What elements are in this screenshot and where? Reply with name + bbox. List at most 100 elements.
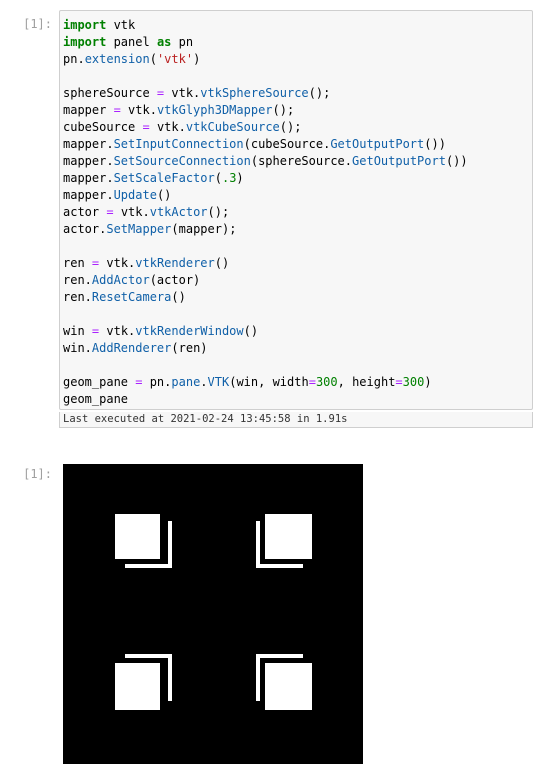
code-token: geom_pane	[63, 375, 136, 389]
code-token: ()	[156, 188, 172, 202]
code-token: , height	[337, 375, 396, 389]
code-token: vtkRenderer	[135, 256, 215, 270]
code-token: (	[214, 171, 222, 185]
code-token: )	[424, 375, 432, 389]
code-line: mapper.SetScaleFactor(.3)	[63, 170, 528, 187]
code-token: (cubeSource.	[243, 137, 331, 151]
code-token: GetOutputPort	[352, 154, 446, 168]
code-line: ren = vtk.vtkRenderer()	[63, 255, 528, 272]
code-token: AddRenderer	[91, 341, 172, 355]
code-token: as	[156, 35, 172, 49]
code-token: import	[63, 18, 107, 32]
code-token: geom_pane	[63, 392, 129, 406]
code-token: ResetCamera	[91, 290, 172, 304]
code-editor[interactable]: import vtk import panel as pn pn.extension…	[63, 17, 528, 408]
code-token: ()	[171, 290, 186, 304]
code-line: actor = vtk.vtkActor();	[63, 204, 528, 221]
code-token: vtk.	[99, 324, 136, 338]
code-line: actor.SetMapper(mapper);	[63, 221, 528, 238]
code-token: .	[200, 375, 208, 389]
code-token: pn	[171, 35, 194, 49]
code-token: SetSourceConnection	[113, 154, 251, 168]
code-token: )	[193, 52, 201, 66]
code-token: vtk.	[164, 86, 201, 100]
code-token: ren	[63, 256, 92, 270]
code-token: pn.	[142, 375, 172, 389]
code-token: SetScaleFactor	[113, 171, 215, 185]
code-token: =	[395, 375, 403, 389]
cube-glyph-bottom-right	[253, 654, 313, 714]
code-token: ();	[279, 120, 302, 134]
code-line: win = vtk.vtkRenderWindow()	[63, 323, 528, 340]
code-line: sphereSource = vtk.vtkSphereSource();	[63, 85, 528, 102]
code-token: vtk.	[99, 256, 136, 270]
code-token: ()	[214, 256, 230, 270]
code-token: (sphereSource.	[250, 154, 353, 168]
code-line: import panel as pn	[63, 34, 528, 51]
code-line: ren.ResetCamera()	[63, 289, 528, 306]
code-token: AddActor	[91, 273, 150, 287]
code-token: SetMapper	[106, 222, 172, 236]
vtk-render-pane[interactable]	[63, 464, 363, 764]
code-token: win	[63, 324, 92, 338]
code-token: =	[308, 375, 316, 389]
code-line: import vtk	[63, 17, 528, 34]
code-token: vtkSphereSource	[200, 86, 309, 100]
code-token: (actor)	[149, 273, 201, 287]
code-token: pane	[171, 375, 201, 389]
code-token: 'vtk'	[156, 52, 194, 66]
code-line: mapper.SetInputConnection(cubeSource.Get…	[63, 136, 528, 153]
code-token: GetOutputPort	[330, 137, 425, 151]
code-token: vtk.	[113, 205, 150, 219]
code-token: win.	[63, 341, 92, 355]
code-token: mapper.	[63, 154, 114, 168]
code-token: Update	[113, 188, 157, 202]
code-line: geom_pane = pn.pane.VTK(win, width=300, …	[63, 374, 528, 391]
code-token: vtkCubeSource	[185, 120, 280, 134]
code-token: cubeSource	[63, 120, 143, 134]
code-token: =	[113, 103, 121, 117]
code-token: =	[142, 120, 150, 134]
code-token: ren.	[63, 290, 92, 304]
code-token: vtkActor	[149, 205, 208, 219]
code-token: ()	[243, 324, 259, 338]
code-line: pn.extension('vtk')	[63, 51, 528, 68]
code-line: geom_pane	[63, 391, 528, 408]
code-token: ();	[308, 86, 331, 100]
code-line: mapper.Update()	[63, 187, 528, 204]
code-token: (win, width	[229, 375, 309, 389]
code-token: extension	[84, 52, 150, 66]
code-token: ren.	[63, 273, 92, 287]
code-cell[interactable]: import vtk import panel as pn pn.extension…	[59, 10, 533, 410]
code-line: mapper.SetSourceConnection(sphereSource.…	[63, 153, 528, 170]
code-token: ())	[445, 154, 468, 168]
code-token: vtk	[106, 18, 136, 32]
code-token: (	[149, 52, 157, 66]
code-token: .3	[221, 171, 237, 185]
code-token: ())	[424, 137, 446, 151]
code-token: actor.	[63, 222, 107, 236]
code-token: =	[106, 205, 114, 219]
code-token: mapper	[63, 103, 114, 117]
code-token: mapper.	[63, 171, 114, 185]
execution-status: Last executed at 2021-02-24 13:45:58 in …	[59, 412, 533, 428]
cube-glyph-top-right	[253, 514, 313, 574]
code-token: (mapper);	[171, 222, 237, 236]
code-token: actor	[63, 205, 107, 219]
code-token: vtk.	[120, 103, 157, 117]
code-token: pn.	[63, 52, 85, 66]
cube-glyph-bottom-left	[115, 654, 175, 714]
code-token: panel	[106, 35, 157, 49]
code-token: import	[63, 35, 107, 49]
output-prompt: [1]:	[23, 467, 52, 481]
code-token: 300	[402, 375, 425, 389]
code-token: mapper.	[63, 188, 114, 202]
code-line: ren.AddActor(actor)	[63, 272, 528, 289]
code-token: vtk.	[149, 120, 186, 134]
code-token: vtkGlyph3DMapper	[156, 103, 273, 117]
code-token: sphereSource	[63, 86, 157, 100]
code-token: (ren)	[171, 341, 208, 355]
